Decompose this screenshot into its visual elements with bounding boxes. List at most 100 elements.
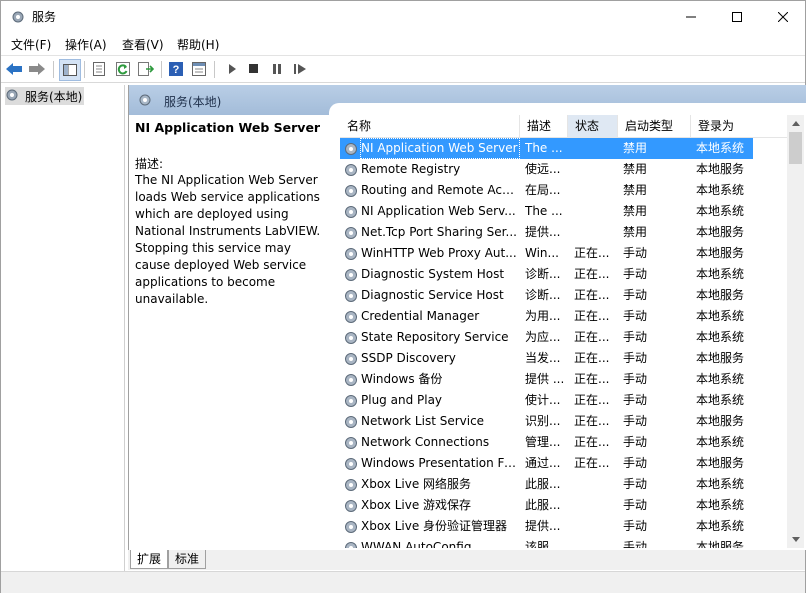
stop-service-icon[interactable] (245, 60, 263, 78)
export-list-icon[interactable] (137, 60, 155, 78)
tree-item-services-local[interactable]: 服务(本地) (5, 87, 85, 106)
service-startup-type: 禁用 (623, 183, 648, 197)
table-row[interactable]: Network Connections 管理... 正在... 手动 本地系统 (340, 432, 753, 453)
table-row[interactable]: Credential Manager 为用... 正在... 手动 本地系统 (340, 306, 753, 327)
table-row[interactable]: Network List Service 识别... 正在... 手动 本地服务 (340, 411, 753, 432)
service-logon-as: 本地系统 (696, 477, 745, 491)
service-name: NI Application Web Serv... (361, 204, 516, 218)
service-name: Xbox Live 身份验证管理器 (361, 519, 508, 533)
service-logon-as: 本地系统 (696, 309, 745, 323)
service-status: 正在... (574, 309, 610, 323)
properties-icon[interactable] (90, 60, 108, 78)
service-name: WWAN AutoConfig (361, 540, 472, 548)
table-row[interactable]: Remote Registry 使远... 禁用 本地服务 (340, 159, 753, 180)
column-name[interactable]: 名称 (340, 115, 520, 137)
table-row[interactable]: WWAN AutoConfig 该服... 手动 本地服务 (340, 537, 753, 548)
title-bar[interactable]: 服务 (1, 1, 805, 32)
service-status: 正在... (574, 288, 610, 302)
maximize-button[interactable] (714, 1, 760, 32)
service-logon-as: 本地系统 (696, 498, 745, 512)
table-row[interactable]: Xbox Live 游戏保存 此服... 手动 本地系统 (340, 495, 753, 516)
show-hide-tree-icon[interactable] (59, 59, 81, 81)
column-description[interactable]: 描述 (520, 115, 568, 137)
table-row[interactable]: Windows 备份 提供 ... 正在... 手动 本地系统 (340, 369, 753, 390)
start-service-icon[interactable] (223, 60, 241, 78)
table-row[interactable]: Net.Tcp Port Sharing Ser... 提供... 禁用 本地服务 (340, 222, 753, 243)
table-row[interactable]: Xbox Live 身份验证管理器 提供... 手动 本地系统 (340, 516, 753, 537)
service-description-short: 该服... (525, 540, 561, 548)
service-gear-icon (343, 477, 359, 493)
service-startup-type: 手动 (623, 372, 648, 386)
menu-view[interactable]: 查看(V) (122, 36, 164, 53)
service-name: WinHTTP Web Proxy Aut... (361, 246, 517, 260)
service-description-short: 提供 ... (525, 372, 565, 386)
service-logon-as: 本地服务 (696, 456, 745, 470)
service-name: Network List Service (361, 414, 485, 428)
scroll-thumb[interactable] (789, 132, 802, 164)
menu-action[interactable]: 操作(A) (65, 36, 107, 53)
table-row[interactable]: Xbox Live 网络服务 此服... 手动 本地系统 (340, 474, 753, 495)
table-row[interactable]: Diagnostic Service Host 诊断... 正在... 手动 本地服务 (340, 285, 753, 306)
service-description: The NI Application Web Server loads Web … (135, 173, 321, 306)
toolbar: ? (1, 55, 805, 83)
tab-extended[interactable]: 扩展 (130, 550, 169, 569)
service-description-short: The ... (525, 204, 563, 218)
service-description-short: 诊断... (525, 267, 561, 281)
table-row[interactable]: Windows Presentation Fo... 通过... 正在... 手动 本地… (340, 453, 753, 474)
refresh-icon[interactable] (114, 60, 132, 78)
tree-pane: 服务(本地) (2, 85, 125, 592)
gear-icon (10, 9, 26, 25)
service-description-short: 此服... (525, 477, 561, 491)
service-startup-type: 手动 (623, 330, 648, 344)
back-icon[interactable] (5, 60, 23, 78)
menu-file[interactable]: 文件(F) (11, 36, 51, 53)
menu-help[interactable]: 帮助(H) (177, 36, 219, 53)
service-status: 正在... (574, 330, 610, 344)
table-row[interactable]: Diagnostic System Host 诊断... 正在... 手动 本地系统 (340, 264, 753, 285)
service-description-short: 诊断... (525, 288, 561, 302)
scroll-down-icon[interactable] (787, 531, 804, 548)
restart-service-icon[interactable] (291, 60, 309, 78)
service-logon-as: 本地服务 (696, 414, 745, 428)
service-gear-icon (343, 162, 359, 178)
pause-service-icon[interactable] (268, 60, 286, 78)
vertical-scrollbar[interactable] (787, 115, 804, 548)
service-status: 正在... (574, 267, 610, 281)
help-icon[interactable]: ? (167, 60, 185, 78)
table-row[interactable]: SSDP Discovery 当发... 正在... 手动 本地服务 (340, 348, 753, 369)
scroll-up-icon[interactable] (787, 115, 804, 132)
service-logon-as: 本地服务 (696, 351, 745, 365)
service-startup-type: 手动 (623, 477, 648, 491)
view-icon[interactable] (190, 60, 208, 78)
table-row[interactable]: NI Application Web Serv... The ... 禁用 本地系统 (340, 201, 753, 222)
forward-icon[interactable] (28, 60, 46, 78)
tree-item-label: 服务(本地) (25, 89, 83, 104)
close-button[interactable] (760, 1, 806, 32)
column-startup-type[interactable]: 启动类型 (618, 115, 691, 137)
service-description-short: 识别... (525, 414, 561, 428)
window-title: 服务 (32, 10, 57, 24)
service-startup-type: 禁用 (623, 225, 648, 239)
table-row[interactable]: Routing and Remote Acc... 在局... 禁用 本地系统 (340, 180, 753, 201)
minimize-button[interactable] (668, 1, 714, 32)
tab-standard[interactable]: 标准 (168, 550, 207, 569)
service-startup-type: 禁用 (623, 141, 648, 155)
service-logon-as: 本地系统 (696, 141, 745, 155)
column-status[interactable]: 状态 (568, 115, 618, 137)
service-logon-as: 本地服务 (696, 225, 745, 239)
service-gear-icon (343, 288, 359, 304)
table-row[interactable]: WinHTTP Web Proxy Aut... Win... 正在... 手动 本地服… (340, 243, 753, 264)
service-startup-type: 手动 (623, 414, 648, 428)
service-description-short: 为应... (525, 330, 561, 344)
column-logon-as[interactable]: 登录为 (691, 115, 753, 137)
service-name: Network Connections (361, 435, 490, 449)
service-gear-icon (343, 225, 359, 241)
services-window: 服务 文件(F) 操作(A) 查看(V) 帮助(H) ? 服务(本地) 服务(本… (0, 0, 806, 593)
table-row[interactable]: Plug and Play 使计... 正在... 手动 本地系统 (340, 390, 753, 411)
table-row[interactable]: State Repository Service 为应... 正在... 手动 本地系统 (340, 327, 753, 348)
service-name: Credential Manager (361, 309, 480, 323)
gear-icon (5, 87, 21, 106)
table-row[interactable]: NI Application Web Server The ... 禁用 本地系统 (340, 138, 753, 159)
svg-text:?: ? (173, 64, 180, 76)
service-description-short: 在局... (525, 183, 561, 197)
